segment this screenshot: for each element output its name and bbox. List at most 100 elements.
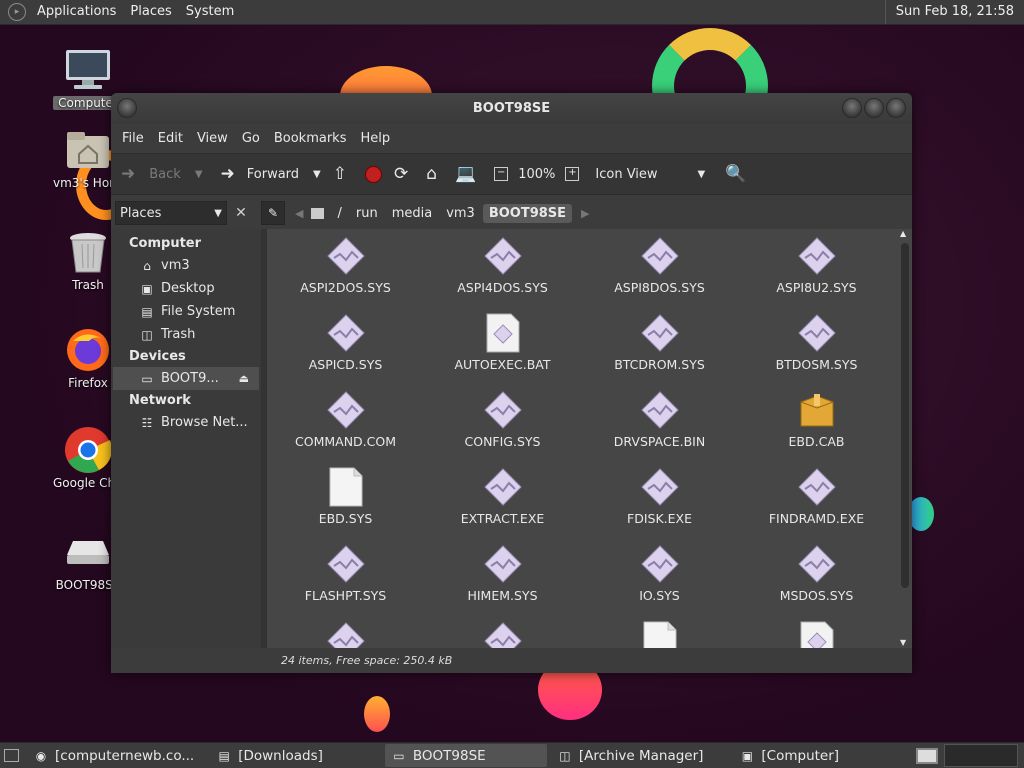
menu-edit[interactable]: Edit — [151, 131, 190, 146]
script-icon — [483, 312, 523, 354]
file-item[interactable] — [424, 620, 581, 648]
toggle-location-entry-button[interactable]: ✎ — [261, 201, 285, 225]
window-menu-button[interactable] — [117, 98, 137, 118]
file-name: ASPI8U2.SYS — [776, 280, 857, 295]
breadcrumb-right-arrow[interactable]: ▶ — [581, 207, 589, 220]
sidebar-item-boot98se[interactable]: ▭ BOOT9... ⏏ — [113, 367, 259, 390]
file-item[interactable]: CONFIG.SYS — [424, 389, 581, 466]
sidebar-item-file-system[interactable]: ▤ File System — [111, 300, 261, 323]
maximize-button[interactable] — [864, 98, 884, 118]
file-item[interactable]: IO.SYS — [581, 543, 738, 620]
sidebar-header-computer: Computer — [129, 236, 202, 251]
chevron-down-icon[interactable]: ▼ — [195, 169, 203, 180]
file-item[interactable]: EBD.CAB — [738, 389, 895, 466]
computer-button[interactable]: 💻 — [449, 158, 488, 190]
scrollbar-thumb[interactable] — [901, 243, 909, 588]
menu-file[interactable]: File — [115, 131, 151, 146]
icon-view[interactable]: ASPI2DOS.SYS ASPI4DOS.SYS ASPI8DOS.SYS ASPI… — [267, 229, 912, 648]
breadcrumb-run[interactable]: run — [350, 204, 384, 223]
file-item[interactable]: AUTOEXEC.BAT — [424, 312, 581, 389]
file-item[interactable]: COMMAND.COM — [267, 389, 424, 466]
show-desktop-icon[interactable] — [0, 744, 23, 767]
system-file-icon — [326, 543, 366, 585]
forward-button[interactable]: ➜ Forward ▼ — [215, 158, 327, 190]
file-item[interactable]: MSDOS.SYS — [738, 543, 895, 620]
file-item[interactable] — [581, 620, 738, 648]
task-downloads[interactable]: ▤ [Downloads] — [210, 744, 329, 767]
workspace-switcher-icon[interactable] — [916, 747, 938, 764]
task-chrome[interactable]: ◉ [computernewb.co... — [27, 744, 200, 767]
file-item[interactable]: DRVSPACE.BIN — [581, 389, 738, 466]
file-item[interactable]: FLASHPT.SYS — [267, 543, 424, 620]
clock[interactable]: Sun Feb 18, 21:58 — [884, 0, 1024, 24]
reload-button[interactable]: ⟳ — [388, 158, 420, 190]
scroll-up-icon[interactable]: ▲ — [900, 229, 906, 238]
home-button[interactable]: ⌂ — [420, 158, 449, 190]
breadcrumb-root[interactable]: / — [331, 204, 347, 223]
zoom-in-button[interactable]: + — [559, 158, 585, 190]
file-item[interactable]: BTDOSM.SYS — [738, 312, 895, 389]
file-item[interactable] — [267, 620, 424, 648]
drive-icon: ▭ — [141, 371, 153, 386]
close-button[interactable] — [886, 98, 906, 118]
file-item[interactable]: EBD.SYS — [267, 466, 424, 543]
file-item[interactable]: HIMEM.SYS — [424, 543, 581, 620]
up-button[interactable]: ⇧ — [327, 158, 359, 190]
menu-bookmarks[interactable]: Bookmarks — [267, 131, 354, 146]
stop-button[interactable] — [359, 158, 388, 190]
file-item[interactable]: FINDRAMD.EXE — [738, 466, 895, 543]
vertical-scrollbar[interactable]: ▲ ▼ — [900, 229, 910, 647]
sidebar-item-vm3[interactable]: ⌂ vm3 — [111, 254, 261, 277]
zoom-out-button[interactable]: − — [488, 158, 514, 190]
eject-icon[interactable]: ⏏ — [239, 372, 249, 385]
file-name: EBD.CAB — [788, 434, 845, 449]
view-mode-select[interactable]: Icon View ▼ — [589, 158, 711, 190]
menu-applications[interactable]: Applications — [30, 0, 123, 24]
task-boot98se[interactable]: ▭ BOOT98SE — [384, 744, 547, 767]
breadcrumb-left-arrow[interactable]: ◀ — [295, 207, 303, 220]
sidebar-type-select[interactable]: Places ▼ — [115, 201, 227, 225]
task-computer[interactable]: ▣ [Computer] — [733, 744, 845, 767]
file-item[interactable] — [738, 620, 895, 648]
breadcrumb-media[interactable]: media — [386, 204, 439, 223]
file-name: CONFIG.SYS — [464, 434, 541, 449]
close-sidebar-button[interactable]: ✕ — [231, 203, 251, 223]
chevron-down-icon[interactable]: ▼ — [313, 169, 321, 180]
file-item[interactable]: BTCDROM.SYS — [581, 312, 738, 389]
file-item[interactable]: ASPICD.SYS — [267, 312, 424, 389]
trash-icon: ◫ — [141, 327, 153, 342]
chrome-icon: ◉ — [35, 748, 47, 763]
system-file-icon — [326, 235, 366, 277]
scroll-down-icon[interactable]: ▼ — [900, 638, 906, 647]
computer-icon: 💻 — [455, 164, 477, 184]
file-item[interactable]: FDISK.EXE — [581, 466, 738, 543]
close-icon: ✕ — [235, 205, 247, 221]
file-item[interactable]: EXTRACT.EXE — [424, 466, 581, 543]
menu-help[interactable]: Help — [353, 131, 397, 146]
search-button[interactable]: 🔍 — [719, 158, 758, 190]
sidebar-item-browse-network[interactable]: ☷ Browse Net... — [111, 411, 261, 434]
file-item[interactable]: ASPI2DOS.SYS — [267, 235, 424, 312]
workspace-switcher[interactable] — [944, 744, 1018, 767]
file-item[interactable]: ASPI4DOS.SYS — [424, 235, 581, 312]
minimize-button[interactable] — [842, 98, 862, 118]
menu-view[interactable]: View — [190, 131, 235, 146]
zoom-out-icon: − — [494, 167, 509, 181]
file-item[interactable]: ASPI8DOS.SYS — [581, 235, 738, 312]
file-name: ASPI2DOS.SYS — [300, 280, 391, 295]
applications-icon[interactable]: ▸ — [8, 3, 26, 21]
menu-go[interactable]: Go — [235, 131, 267, 146]
system-file-icon — [640, 466, 680, 508]
breadcrumb-vm3[interactable]: vm3 — [440, 204, 481, 223]
breadcrumb-boot98se[interactable]: BOOT98SE — [482, 203, 573, 223]
back-button[interactable]: ➜ Back ▼ — [111, 158, 209, 190]
file-item[interactable]: ASPI8U2.SYS — [738, 235, 895, 312]
task-archive-manager[interactable]: ◫ [Archive Manager] — [551, 744, 710, 767]
zoom-level: 100% — [518, 166, 556, 182]
home-icon: ⌂ — [426, 164, 438, 184]
window-titlebar[interactable]: BOOT98SE — [111, 93, 912, 124]
sidebar-item-trash[interactable]: ◫ Trash — [111, 323, 261, 346]
menu-places[interactable]: Places — [123, 0, 178, 24]
sidebar-item-desktop[interactable]: ▣ Desktop — [111, 277, 261, 300]
menu-system[interactable]: System — [179, 0, 241, 24]
